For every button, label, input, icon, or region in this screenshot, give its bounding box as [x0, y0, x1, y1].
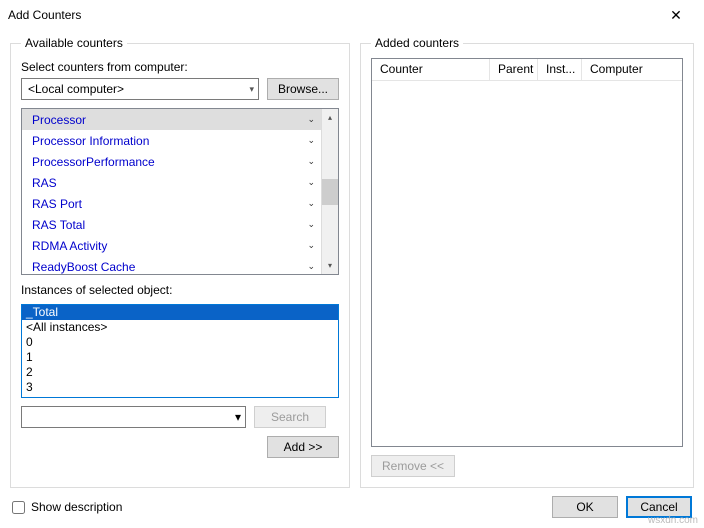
instances-label: Instances of selected object:: [21, 283, 339, 297]
scroll-up-icon[interactable]: ▴: [322, 109, 338, 126]
add-button[interactable]: Add >>: [267, 436, 339, 458]
counters-listbox[interactable]: Processor⌄Processor Information⌄Processo…: [21, 108, 339, 275]
show-description-input[interactable]: [12, 501, 25, 514]
counter-name: Processor Information: [32, 134, 149, 148]
counter-row[interactable]: RAS Total ⌄: [22, 214, 321, 235]
col-inst[interactable]: Inst...: [538, 59, 582, 80]
search-combo[interactable]: ▾: [21, 406, 246, 428]
chevron-down-icon: ⌄: [307, 114, 315, 125]
counter-name: RDMA Activity: [32, 239, 107, 253]
added-counters-group: Added counters Counter Parent Inst... Co…: [360, 36, 694, 488]
counter-row[interactable]: Processor ⌄: [22, 109, 321, 130]
instance-row[interactable]: 2: [22, 365, 338, 380]
chevron-down-icon: ⌄: [307, 240, 315, 251]
chevron-down-icon: ⌄: [307, 177, 315, 188]
search-button: Search: [254, 406, 326, 428]
watermark: wsxdn.com: [648, 515, 698, 526]
added-header: Counter Parent Inst... Computer: [372, 59, 682, 81]
counter-row[interactable]: RAS Port ⌄: [22, 193, 321, 214]
counter-name: RAS Total: [32, 218, 85, 232]
computer-combo[interactable]: <Local computer> ▾: [21, 78, 259, 100]
counter-row[interactable]: RDMA Activity ⌄: [22, 235, 321, 256]
counter-name: ReadyBoost Cache: [32, 260, 135, 274]
counters-scrollbar[interactable]: ▴ ▾: [321, 109, 338, 274]
chevron-down-icon: ⌄: [307, 261, 315, 272]
counter-name: ProcessorPerformance: [32, 155, 155, 169]
browse-button[interactable]: Browse...: [267, 78, 339, 100]
add-counters-dialog: Add Counters ✕ Available counters Select…: [0, 0, 704, 528]
col-counter[interactable]: Counter: [372, 59, 490, 80]
counter-row[interactable]: ReadyBoost Cache ⌄: [22, 256, 321, 274]
chevron-down-icon: ⌄: [307, 198, 315, 209]
instance-row[interactable]: 0: [22, 335, 338, 350]
counter-name: RAS: [32, 176, 57, 190]
instance-row[interactable]: 3: [22, 380, 338, 395]
chevron-down-icon: ⌄: [307, 135, 315, 146]
chevron-down-icon: ⌄: [307, 156, 315, 167]
chevron-down-icon: ⌄: [307, 219, 315, 230]
remove-button: Remove <<: [371, 455, 455, 477]
scroll-thumb[interactable]: [322, 179, 338, 205]
window-title: Add Counters: [8, 8, 656, 22]
available-legend: Available counters: [21, 36, 127, 50]
counter-row[interactable]: ProcessorPerformance ⌄: [22, 151, 321, 172]
instance-row[interactable]: 1: [22, 350, 338, 365]
instances-listbox[interactable]: _Total<All instances>0123: [21, 304, 339, 398]
close-icon[interactable]: ✕: [656, 7, 696, 24]
counter-row[interactable]: Processor Information ⌄: [22, 130, 321, 151]
show-description-checkbox[interactable]: Show description: [12, 500, 544, 514]
dialog-footer: Show description OK Cancel: [0, 492, 704, 528]
titlebar: Add Counters ✕: [0, 0, 704, 30]
select-computer-label: Select counters from computer:: [21, 60, 339, 74]
computer-combo-value: <Local computer>: [28, 82, 124, 96]
counter-name: Processor: [32, 113, 86, 127]
added-counters-list[interactable]: Counter Parent Inst... Computer: [371, 58, 683, 447]
ok-button[interactable]: OK: [552, 496, 618, 518]
col-parent[interactable]: Parent: [490, 59, 538, 80]
added-legend: Added counters: [371, 36, 463, 50]
instance-row[interactable]: <All instances>: [22, 320, 338, 335]
show-description-label: Show description: [31, 500, 122, 514]
chevron-down-icon: ▾: [249, 84, 254, 95]
col-computer[interactable]: Computer: [582, 59, 682, 80]
counter-row[interactable]: RAS ⌄: [22, 172, 321, 193]
chevron-down-icon: ▾: [235, 410, 241, 424]
counter-name: RAS Port: [32, 197, 82, 211]
instance-row[interactable]: _Total: [22, 305, 338, 320]
available-counters-group: Available counters Select counters from …: [10, 36, 350, 488]
scroll-down-icon[interactable]: ▾: [322, 257, 338, 274]
